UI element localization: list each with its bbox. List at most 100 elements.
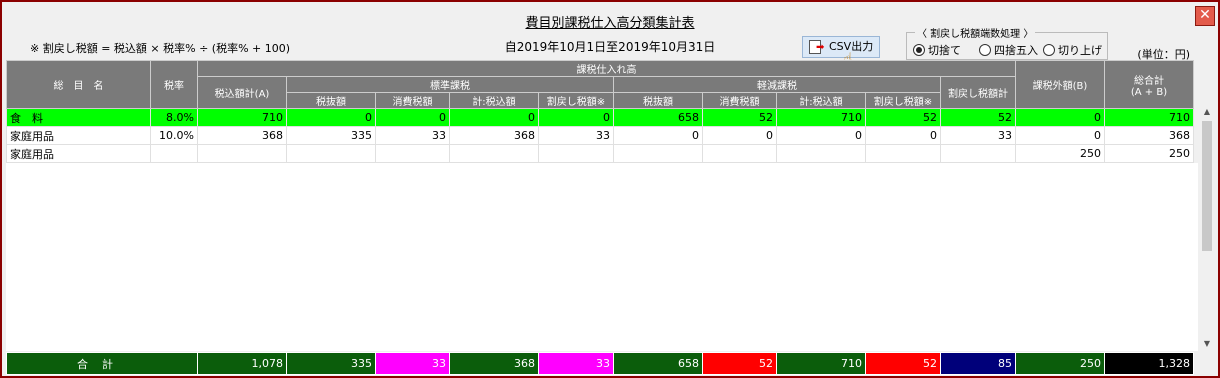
header-red-consumption-tax: 消費税額 — [702, 92, 777, 109]
header-std-consumption-tax: 消費税額 — [375, 92, 450, 109]
cell-s-tax: 33 — [375, 126, 450, 145]
header-std-subtotal: 計:税込額 — [449, 92, 539, 109]
cell-name: 家庭用品 — [6, 144, 151, 163]
cell-s-ex — [286, 144, 376, 163]
radio-dot-icon — [913, 44, 925, 56]
cell-r-ex: 658 — [613, 108, 703, 127]
table-row[interactable]: 家庭用品 10.0% 368 335 33 368 33 0 0 0 0 33 … — [6, 126, 1194, 145]
radio-label: 切り上げ — [1058, 44, 1102, 57]
cell-total: 710 — [1104, 108, 1194, 127]
cell-rate — [150, 144, 198, 163]
cell-s-tax — [375, 144, 450, 163]
radio-round[interactable]: 四捨五入 — [979, 42, 1038, 58]
cell-r-tax: 0 — [702, 126, 777, 145]
cell-s-ex: 0 — [286, 108, 376, 127]
total-b: 250 — [1015, 352, 1105, 375]
header-std-rebate: 割戻し税額※ — [538, 92, 614, 109]
totals-row: 合計 1,078 335 33 368 33 658 52 710 52 85 … — [6, 352, 1194, 375]
header-purchases: 課税仕入れ高 — [197, 60, 1016, 77]
cell-s-inc: 368 — [449, 126, 539, 145]
table-empty-area — [6, 163, 1198, 351]
header-tax-incl-total: 税込額計(A) — [197, 76, 287, 109]
cell-r-ex: 0 — [613, 126, 703, 145]
scroll-down-icon[interactable]: ▼ — [1200, 337, 1214, 351]
total-s-inc: 368 — [449, 352, 539, 375]
rounding-group: 〈 割戻し税額端数処理 〉 切捨て 四捨五入 切り上げ — [906, 25, 1108, 60]
cell-r-inc: 0 — [776, 126, 866, 145]
cell-r-inc: 710 — [776, 108, 866, 127]
header-std-tax-excl: 税抜額 — [286, 92, 376, 109]
cell-a — [197, 144, 287, 163]
cell-reb-total — [940, 144, 1016, 163]
cell-r-reb — [865, 144, 941, 163]
header-grand-total: 総合計 (A + B) — [1104, 60, 1194, 109]
table-row[interactable]: 家庭用品 250 250 — [6, 144, 1194, 163]
header-non-taxable: 課税外額(B) — [1015, 60, 1105, 109]
csv-export-button[interactable]: ➡ CSV出力 ☝ — [802, 36, 880, 68]
cell-b: 0 — [1015, 108, 1105, 127]
window-title: 費目別課税仕入高分類集計表 — [525, 16, 695, 31]
cell-total: 368 — [1104, 126, 1194, 145]
grand-total-line2: (A + B) — [1130, 86, 1168, 98]
cell-rate: 10.0% — [150, 126, 198, 145]
cell-s-inc: 0 — [449, 108, 539, 127]
total-r-reb: 52 — [865, 352, 941, 375]
cell-a: 368 — [197, 126, 287, 145]
report-table: 総 目 名 税率 課税仕入れ高 課税外額(B) 総合計 (A + B) 税込額計(… — [6, 60, 1194, 163]
cell-name: 食 料 — [6, 108, 151, 127]
grand-total-line1: 総合計 — [1134, 75, 1164, 87]
cell-s-inc — [449, 144, 539, 163]
export-arrow-icon: ➡ — [816, 42, 825, 53]
header-red-tax-excl: 税抜額 — [613, 92, 703, 109]
cell-r-ex — [613, 144, 703, 163]
cell-name: 家庭用品 — [6, 126, 151, 145]
cell-a: 710 — [197, 108, 287, 127]
radio-dot-icon — [979, 44, 991, 56]
cell-total: 250 — [1104, 144, 1194, 163]
cell-s-reb — [538, 144, 614, 163]
cell-rate: 8.0% — [150, 108, 198, 127]
cell-r-tax: 52 — [702, 108, 777, 127]
total-r-inc: 710 — [776, 352, 866, 375]
total-s-reb: 33 — [538, 352, 614, 375]
table-row[interactable]: 食 料 8.0% 710 0 0 0 0 658 52 710 52 52 0 … — [6, 108, 1194, 127]
total-grand: 1,328 — [1104, 352, 1194, 375]
total-r-tax: 52 — [702, 352, 777, 375]
cell-r-reb: 0 — [865, 126, 941, 145]
total-r-ex: 658 — [613, 352, 703, 375]
report-window: 費目別課税仕入高分類集計表 ✕ ※ 割戻し税額 = 税込額 × 税率% ÷ (税… — [0, 0, 1220, 378]
cell-s-reb: 0 — [538, 108, 614, 127]
cell-r-inc — [776, 144, 866, 163]
close-button[interactable]: ✕ — [1195, 6, 1215, 26]
total-a: 1,078 — [197, 352, 287, 375]
cell-b: 0 — [1015, 126, 1105, 145]
radio-ceil[interactable]: 切り上げ — [1043, 42, 1102, 58]
radio-label: 切捨て — [928, 44, 961, 57]
total-s-ex: 335 — [286, 352, 376, 375]
radio-label: 四捨五入 — [994, 44, 1038, 57]
header-tax-rate: 税率 — [150, 60, 198, 109]
radio-truncate[interactable]: 切捨て — [913, 42, 961, 58]
header-reduced: 軽減課税 — [613, 76, 941, 93]
cell-r-tax — [702, 144, 777, 163]
cell-s-ex: 335 — [286, 126, 376, 145]
vertical-scrollbar[interactable]: ▲ ▼ — [1200, 105, 1214, 351]
scroll-thumb[interactable] — [1202, 121, 1212, 251]
cell-reb-total: 52 — [940, 108, 1016, 127]
totals-table: 合計 1,078 335 33 368 33 658 52 710 52 85 … — [6, 352, 1194, 375]
totals-label: 合計 — [6, 352, 198, 375]
total-s-tax: 33 — [375, 352, 450, 375]
cell-r-reb: 52 — [865, 108, 941, 127]
scroll-up-icon[interactable]: ▲ — [1200, 105, 1214, 119]
header-red-rebate: 割戻し税額※ — [865, 92, 941, 109]
cell-s-tax: 0 — [375, 108, 450, 127]
total-reb-total: 85 — [940, 352, 1016, 375]
header-red-subtotal: 計:税込額 — [776, 92, 866, 109]
cell-s-reb: 33 — [538, 126, 614, 145]
rounding-legend: 〈 割戻し税額端数処理 〉 — [915, 25, 1036, 40]
header-item-name: 総 目 名 — [6, 60, 151, 109]
header-standard: 標準課税 — [286, 76, 614, 93]
radio-dot-icon — [1043, 44, 1055, 56]
header-rebate-total: 割戻し税額計 — [940, 76, 1016, 109]
cell-b: 250 — [1015, 144, 1105, 163]
